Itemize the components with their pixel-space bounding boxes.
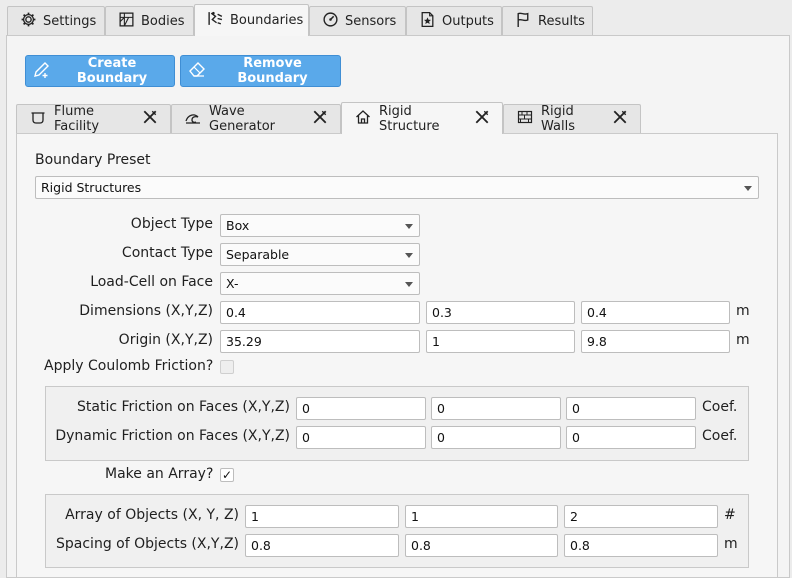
close-tab-flume-facility-icon[interactable] bbox=[142, 109, 158, 129]
dimension-z-input[interactable] bbox=[581, 301, 730, 324]
origin-x-input[interactable] bbox=[220, 330, 420, 353]
boundaries-icon bbox=[207, 10, 224, 31]
dynamic-friction-y-input[interactable] bbox=[431, 426, 561, 449]
static-friction-unit: Coef. bbox=[702, 399, 738, 415]
dynamic-friction-unit: Coef. bbox=[702, 428, 738, 444]
load-cell-label: Load-Cell on Face bbox=[90, 274, 213, 290]
create-boundary-button[interactable]: Create Boundary bbox=[25, 55, 175, 87]
coulomb-friction-label: Apply Coulomb Friction? bbox=[44, 358, 214, 374]
dimensions-label: Dimensions (X,Y,Z) bbox=[79, 303, 213, 319]
sensor-icon bbox=[322, 11, 339, 32]
chevron-down-icon bbox=[744, 186, 752, 191]
tab-rigid-structure-label: Rigid Structure bbox=[379, 103, 440, 134]
make-array-checkbox[interactable]: ✓ bbox=[220, 468, 234, 482]
tab-results[interactable]: Results bbox=[502, 6, 593, 35]
tab-boundaries-label: Boundaries bbox=[230, 13, 304, 28]
tab-bodies[interactable]: Bodies bbox=[105, 6, 194, 35]
contact-type-label: Contact Type bbox=[121, 245, 213, 261]
object-type-select[interactable]: Box bbox=[220, 214, 420, 237]
static-friction-label: Static Friction on Faces (X,Y,Z) bbox=[77, 399, 290, 415]
dimension-y-input[interactable] bbox=[426, 301, 575, 324]
tab-flume-facility[interactable]: Flume Facility bbox=[16, 104, 171, 134]
tab-sensors[interactable]: Sensors bbox=[309, 6, 406, 35]
coulomb-friction-checkbox[interactable] bbox=[220, 360, 234, 374]
load-cell-value: X- bbox=[226, 276, 239, 291]
chevron-down-icon bbox=[405, 253, 413, 258]
tab-rigid-structure[interactable]: Rigid Structure bbox=[341, 102, 503, 134]
tab-settings-label: Settings bbox=[43, 13, 97, 29]
dynamic-friction-x-input[interactable] bbox=[296, 426, 426, 449]
origin-label: Origin (X,Y,Z) bbox=[118, 332, 213, 348]
gear-icon bbox=[20, 11, 37, 32]
tab-results-label: Results bbox=[538, 13, 585, 29]
tab-rigid-walls[interactable]: Rigid Walls bbox=[503, 104, 641, 134]
origin-y-input[interactable] bbox=[426, 330, 575, 353]
pencil-plus-icon bbox=[32, 59, 52, 83]
close-tab-rigid-walls-icon[interactable] bbox=[612, 109, 628, 129]
dimension-x-input[interactable] bbox=[220, 301, 420, 324]
wave-icon bbox=[185, 109, 201, 129]
tab-boundaries[interactable]: Boundaries bbox=[194, 4, 309, 36]
tab-outputs[interactable]: Outputs bbox=[406, 6, 502, 35]
dimensions-unit: m bbox=[736, 303, 750, 319]
array-objects-z-input[interactable] bbox=[564, 505, 718, 528]
static-friction-z-input[interactable] bbox=[566, 397, 696, 420]
static-friction-x-input[interactable] bbox=[296, 397, 426, 420]
array-objects-x-input[interactable] bbox=[245, 505, 399, 528]
remove-boundary-label: Remove Boundary bbox=[237, 56, 308, 86]
close-tab-wave-generator-icon[interactable] bbox=[312, 109, 328, 129]
tab-bodies-label: Bodies bbox=[141, 13, 185, 29]
boundary-preset-label: Boundary Preset bbox=[35, 152, 151, 168]
wall-icon bbox=[517, 109, 533, 129]
spacing-z-input[interactable] bbox=[564, 534, 718, 557]
contact-type-select[interactable]: Separable bbox=[220, 243, 420, 266]
boundary-preset-select[interactable]: Rigid Structures bbox=[35, 176, 759, 199]
dynamic-friction-label: Dynamic Friction on Faces (X,Y,Z) bbox=[55, 428, 290, 444]
array-objects-label: Array of Objects (X, Y, Z) bbox=[65, 507, 239, 523]
remove-boundary-button[interactable]: Remove Boundary bbox=[180, 55, 341, 87]
flume-icon bbox=[30, 109, 46, 129]
boundary-preset-value: Rigid Structures bbox=[41, 180, 142, 195]
object-type-value: Box bbox=[226, 218, 250, 233]
house-icon bbox=[355, 109, 371, 129]
flag-icon bbox=[515, 11, 532, 32]
spacing-unit: m bbox=[724, 536, 738, 552]
tab-wave-generator-label: Wave Generator bbox=[209, 104, 276, 134]
outputs-icon bbox=[419, 11, 436, 32]
object-type-label: Object Type bbox=[130, 216, 213, 232]
tab-settings[interactable]: Settings bbox=[7, 6, 105, 35]
static-friction-y-input[interactable] bbox=[431, 397, 561, 420]
spacing-y-input[interactable] bbox=[405, 534, 558, 557]
chevron-down-icon bbox=[405, 282, 413, 287]
create-boundary-label: Create Boundary bbox=[76, 56, 148, 86]
load-cell-select[interactable]: X- bbox=[220, 272, 420, 295]
tab-flume-facility-label: Flume Facility bbox=[54, 104, 100, 134]
tab-rigid-walls-label: Rigid Walls bbox=[541, 104, 575, 134]
array-objects-y-input[interactable] bbox=[405, 505, 558, 528]
spacing-label: Spacing of Objects (X,Y,Z) bbox=[56, 536, 239, 552]
origin-z-input[interactable] bbox=[581, 330, 730, 353]
contact-type-value: Separable bbox=[226, 247, 290, 262]
bodies-icon bbox=[118, 11, 135, 32]
dynamic-friction-z-input[interactable] bbox=[566, 426, 696, 449]
tab-outputs-label: Outputs bbox=[442, 13, 494, 29]
chevron-down-icon bbox=[405, 224, 413, 229]
spacing-x-input[interactable] bbox=[245, 534, 399, 557]
make-array-label: Make an Array? bbox=[105, 466, 214, 482]
array-objects-unit: # bbox=[724, 507, 736, 523]
tab-sensors-label: Sensors bbox=[345, 13, 397, 29]
origin-unit: m bbox=[736, 332, 750, 348]
close-tab-rigid-structure-icon[interactable] bbox=[474, 109, 490, 129]
tab-wave-generator[interactable]: Wave Generator bbox=[171, 104, 341, 134]
eraser-icon bbox=[187, 59, 207, 83]
